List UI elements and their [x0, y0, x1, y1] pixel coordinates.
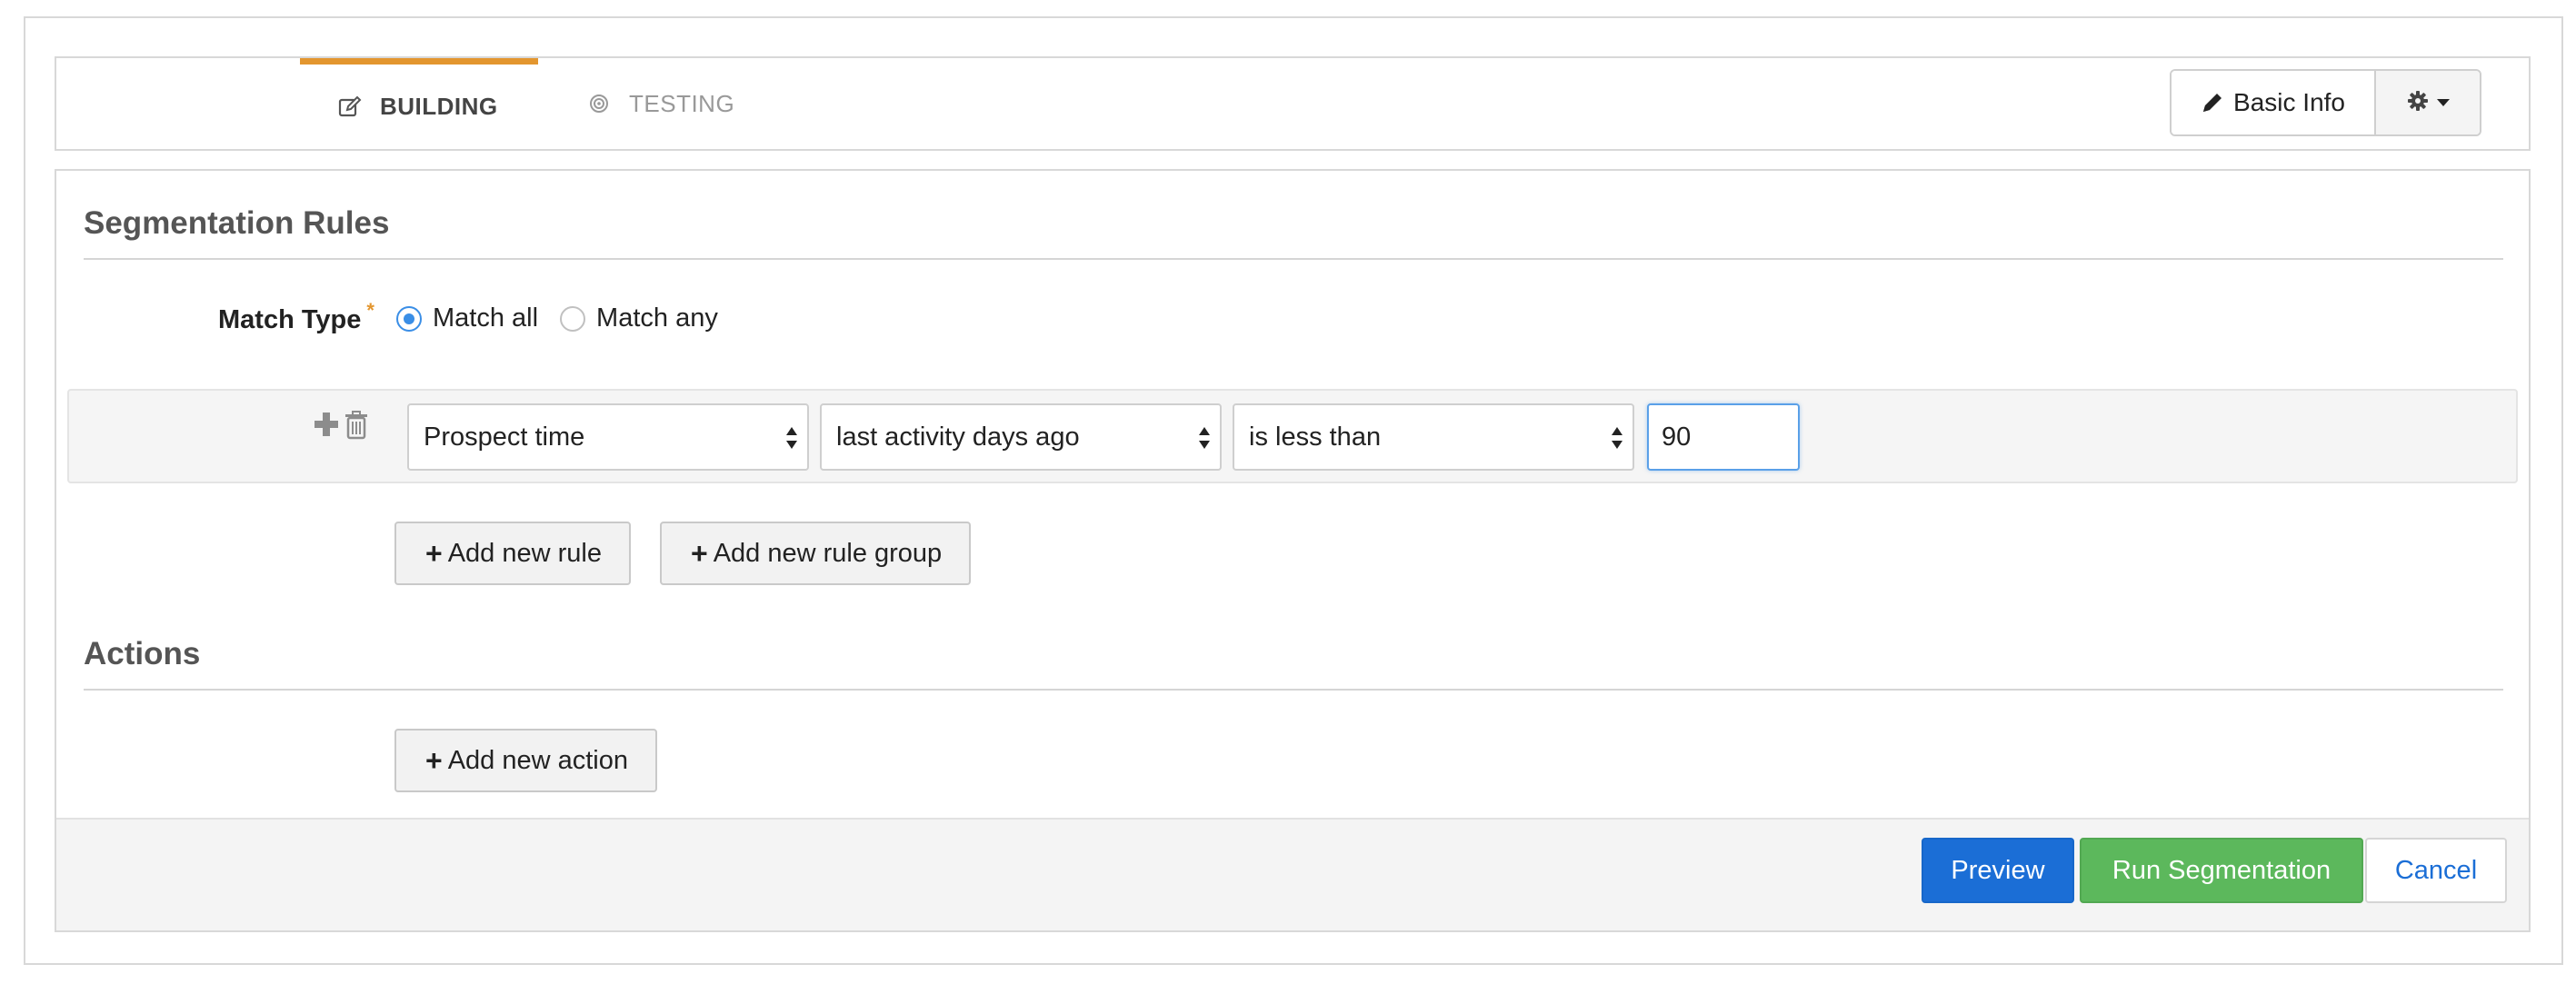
rule-operator-value: is less than [1249, 422, 1382, 452]
pencil-icon [2201, 91, 2224, 114]
divider [84, 258, 2503, 260]
select-arrows-icon [1612, 427, 1622, 449]
add-new-action-label: Add new action [447, 745, 628, 775]
cancel-button[interactable]: Cancel [2365, 838, 2507, 903]
tab-building-label: BUILDING [380, 93, 498, 120]
rule-criteria-select[interactable]: last activity days ago [820, 403, 1222, 471]
actions-title: Actions [84, 636, 201, 671]
rule-value-input[interactable] [1647, 403, 1800, 471]
target-icon [585, 90, 613, 117]
add-new-rule-label: Add new rule [447, 538, 602, 568]
match-any-label: Match any [596, 303, 718, 333]
segmentation-panel: Segmentation Rules Match Type * Match all… [55, 169, 2531, 932]
preview-button[interactable]: Preview [1922, 838, 2074, 903]
basic-info-label: Basic Info [2233, 88, 2345, 116]
match-type-text: Match Type [218, 305, 362, 334]
trash-icon[interactable] [344, 411, 369, 444]
settings-dropdown-button[interactable] [2376, 71, 2480, 134]
match-all-option[interactable]: Match all [396, 303, 538, 333]
basic-info-button[interactable]: Basic Info [2172, 71, 2376, 134]
match-type-radio-group: Match all Match any [396, 303, 740, 333]
rule-row: Prospect time last activity days ago is … [67, 389, 2518, 483]
add-new-rule-group-button[interactable]: + Add new rule group [660, 522, 972, 585]
rule-field-value: Prospect time [424, 422, 585, 452]
rule-criteria-value: last activity days ago [836, 422, 1080, 452]
rule-operator-select[interactable]: is less than [1233, 403, 1634, 471]
run-segmentation-button[interactable]: Run Segmentation [2080, 838, 2363, 903]
add-new-rule-group-label: Add new rule group [713, 538, 943, 568]
add-new-action-button[interactable]: + Add new action [394, 729, 657, 792]
tab-building[interactable]: BUILDING [300, 58, 538, 149]
edit-icon [336, 94, 364, 121]
add-condition-icon[interactable] [313, 411, 340, 444]
select-arrows-icon [1199, 427, 1210, 449]
segmentation-rules-title: Segmentation Rules [84, 205, 390, 241]
plus-icon: + [425, 536, 443, 570]
match-any-radio[interactable] [560, 305, 586, 332]
required-marker: * [366, 299, 374, 322]
plus-icon: + [691, 536, 708, 570]
plus-icon: + [425, 743, 443, 777]
divider [84, 689, 2503, 691]
panel-footer: Preview Run Segmentation Cancel [56, 818, 2529, 930]
select-arrows-icon [786, 427, 797, 449]
match-type-label: Match Type * [218, 299, 374, 335]
rule-field-select[interactable]: Prospect time [407, 403, 809, 471]
chevron-down-icon [2436, 98, 2451, 107]
match-all-label: Match all [433, 303, 539, 333]
gear-icon [2405, 88, 2431, 118]
top-tab-bar: BUILDING TESTING Basic Info [55, 56, 2531, 151]
add-new-rule-button[interactable]: + Add new rule [394, 522, 631, 585]
match-all-radio[interactable] [396, 305, 422, 332]
tab-testing-label: TESTING [629, 89, 735, 117]
header-button-group: Basic Info [2170, 69, 2481, 136]
rule-row-controls [313, 411, 369, 444]
match-any-option[interactable]: Match any [560, 303, 718, 333]
tab-testing[interactable]: TESTING [585, 58, 734, 149]
